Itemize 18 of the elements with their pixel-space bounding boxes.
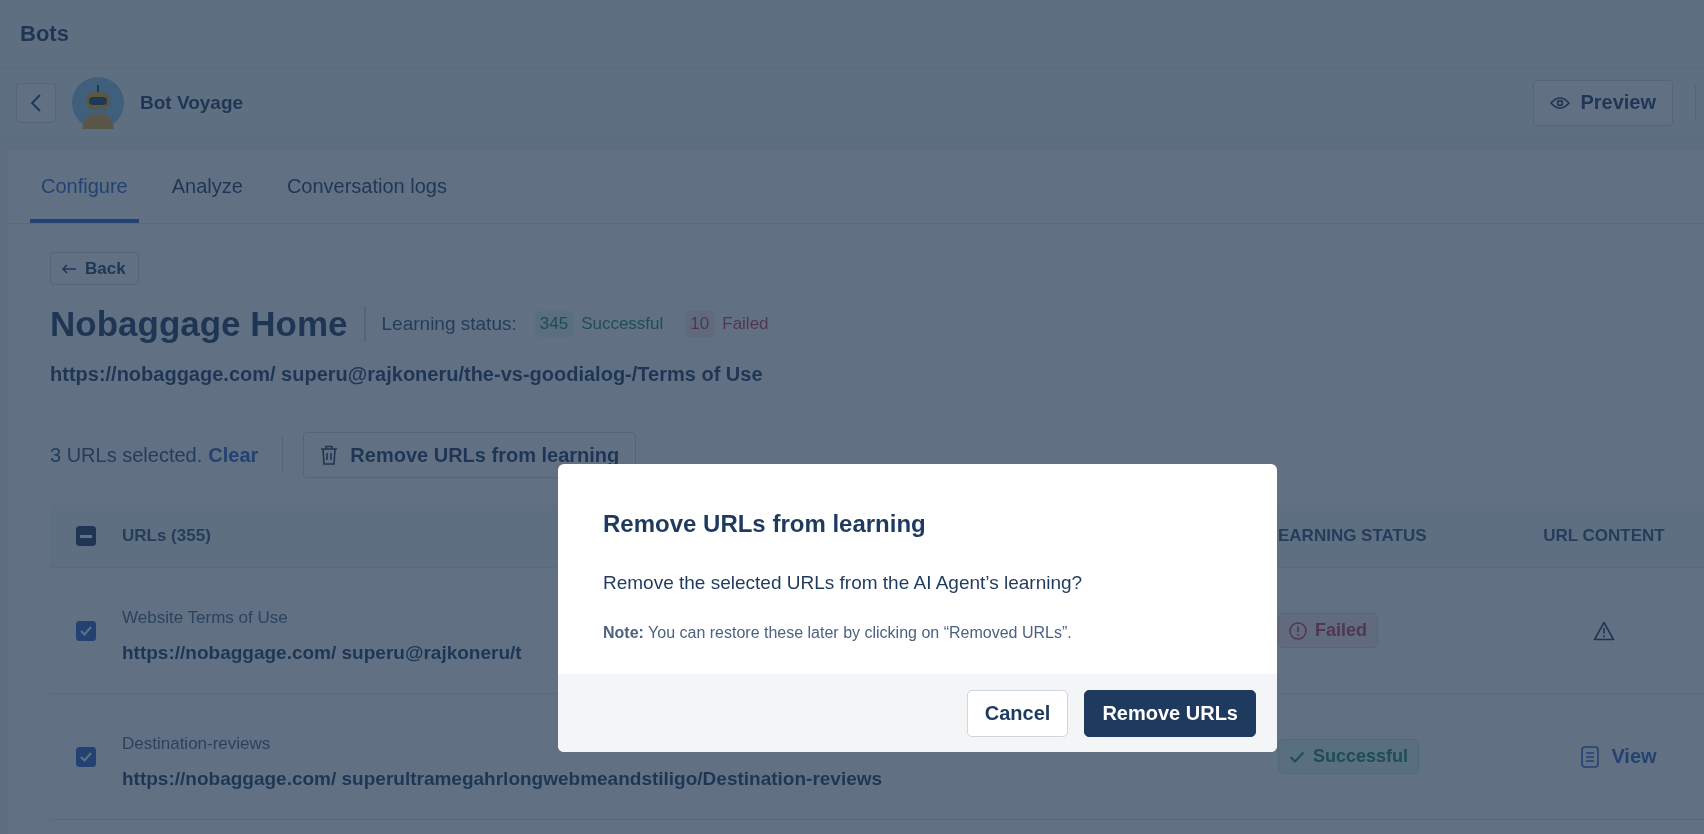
column-header: EARNING STATUS: [1278, 526, 1427, 545]
column-header: URL CONTENT: [1543, 526, 1665, 546]
remove-urls-button[interactable]: Remove URLs: [1084, 690, 1256, 737]
bot-name: Bot Voyage: [140, 91, 244, 114]
column-header: URLs (355): [122, 526, 211, 545]
dialog-message: Remove the selected URLs from the AI Agent’s learning?: [603, 572, 1084, 594]
dialog-note: Note: You can restore these later by clicking on “Removed URLs”.: [603, 624, 1073, 642]
cancel-button[interactable]: Cancel: [966, 690, 1069, 737]
page-heading: Nobaggage Home: [50, 304, 348, 344]
status-label: Failed: [722, 314, 769, 334]
dialog-title: Remove URLs from learning: [603, 510, 927, 538]
page-url: https://nobaggage.com/ superu@rajkoneru/the-vs-goodialog-/Terms of Use: [50, 363, 764, 386]
page-title: Bots: [20, 20, 69, 47]
url-text: https://nobaggage.com/ superu@rajkoneru/t: [122, 641, 522, 664]
selection-count: 3 URLs selected.: [50, 443, 203, 467]
status-label: Successful: [581, 314, 664, 334]
url-text: https://nobaggage.com/ superultramegahrlongwebmeandstiligo/Destination-reviews: [122, 767, 883, 790]
learning-status-label: Learning status:: [381, 313, 517, 335]
